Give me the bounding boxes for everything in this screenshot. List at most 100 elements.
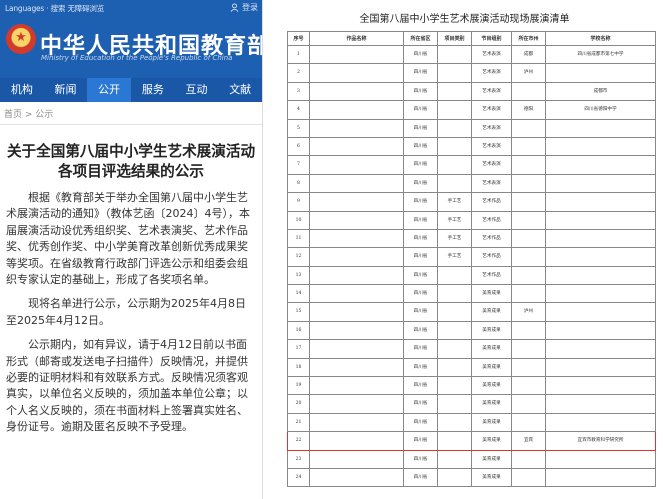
cell-category [437,44,472,65]
cell-category [437,155,472,175]
document-panel: 全国第八届中小学生艺术展演活动现场展演清单 序号 作品名称 所在省区 项目类别 节目组别… [263,0,666,499]
cell-work-name [309,339,404,359]
cell-work-name [309,302,404,322]
cell-index: 10 [287,210,310,230]
cell-school [545,394,656,414]
cell-group: 艺术表演 [471,100,512,120]
cell-province: 四川省 [403,357,438,378]
cell-province: 四川省 [403,210,438,230]
cell-province: 四川省 [403,63,438,83]
table-row: 5 四川省 艺术表演 [287,118,656,138]
cell-index: 1 [287,44,310,65]
cell-group: 美育成果 [471,431,512,451]
table-row: 13 四川省 艺术作品 [287,265,656,286]
cell-work-name [309,284,404,304]
cell-category [437,449,472,469]
article-paragraph: 根据《教育部关于举办全国第八届中小学生艺术展演活动的通知》（教体艺函〔2024〕… [6,191,250,287]
cell-category [437,118,472,138]
table-row: 1 四川省 艺术表演 成都 四川省成都市第七中学 [287,44,656,65]
cell-school: 宜宾市教育科学研究所 [545,431,656,451]
cell-category [437,320,472,341]
cell-index: 6 [287,136,310,157]
cell-group: 美育成果 [471,394,512,414]
cell-index: 22 [287,431,310,451]
cell-work-name [309,173,404,194]
breadcrumb[interactable]: 首页 > 公示 [4,107,53,120]
cell-school [545,118,656,138]
table-row: 18 四川省 美育成果 [287,357,656,378]
cell-school [545,173,656,194]
cell-index: 15 [287,302,310,322]
header-province: 所在省区 [403,31,438,46]
cell-work-name [309,192,404,212]
cell-group: 艺术表演 [471,173,512,194]
cell-school [545,192,656,212]
cell-category [437,376,472,396]
table-row: 17 四川省 美育成果 [287,339,656,359]
cell-group: 美育成果 [471,339,512,359]
cell-city [511,173,546,194]
cell-index: 16 [287,320,310,341]
table-row: 21 四川省 美育成果 [287,412,656,433]
article-paragraph: 公示期内，如有异议，请于4月12日前以书面形式（邮寄或发送电子扫描件）反映情况，… [6,338,248,434]
cell-work-name [309,265,404,286]
cell-city [511,467,546,488]
cell-work-name [309,63,404,83]
cell-index: 13 [287,265,310,286]
login-link[interactable]: 登录 [230,2,258,13]
cell-province: 四川省 [403,339,438,359]
cell-work-name [309,155,404,175]
cell-province: 四川省 [403,81,438,102]
cell-school: 四川省德阳中学 [545,100,656,120]
table-row: 15 四川省 美育成果 泸州 [287,302,656,322]
cell-province: 四川省 [403,467,438,488]
header-index: 序号 [287,31,310,46]
cell-category [437,100,472,120]
nav-item-news[interactable]: 新闻 [44,78,88,102]
performance-list-table: 序号 作品名称 所在省区 项目类别 节目组别 所在市州 学校名称 1 四川省 艺术表演 成都 四川省… [287,31,656,488]
cell-school [545,320,656,341]
table-body: 1 四川省 艺术表演 成都 四川省成都市第七中学 2 四川省 艺术表演 泸州 3 四川省 艺术表演 成都… [287,44,656,488]
cell-work-name [309,100,404,120]
cell-city: 泸州 [511,63,546,83]
cell-group: 美育成果 [471,284,512,304]
nav-item-services[interactable]: 服务 [131,78,175,102]
cell-work-name [309,44,404,65]
cell-category [437,265,472,286]
cell-city [511,284,546,304]
cell-school [545,265,656,286]
cell-category [437,412,472,433]
cell-city [511,265,546,286]
cell-index: 2 [287,63,310,83]
cell-city [511,192,546,212]
table-row: 22 四川省 美育成果 宜宾 宜宾市教育科学研究所 [287,431,656,451]
cell-index: 9 [287,192,310,212]
cell-group: 艺术作品 [471,192,512,212]
cell-work-name [309,320,404,341]
table-row: 7 四川省 艺术表演 [287,155,656,175]
cell-city [511,339,546,359]
cell-group: 艺术表演 [471,44,512,65]
header-work-name: 作品名称 [309,31,404,46]
cell-category [437,173,472,194]
article-paragraph: 现将名单进行公示，公示期为2025年4月8日至2025年4月12日。 [6,297,246,327]
cell-category [437,302,472,322]
cell-province: 四川省 [403,173,438,194]
nav-item-documents[interactable]: 文献 [218,78,262,102]
nav-item-interaction[interactable]: 互动 [175,78,219,102]
cell-category [437,467,472,488]
table-row: 9 四川省 手工艺 艺术作品 [287,192,656,212]
cell-province: 四川省 [403,394,438,414]
cell-category [437,136,472,157]
cell-group: 艺术作品 [471,247,512,267]
cell-index: 20 [287,394,310,414]
cell-school: 成都市 [545,81,656,102]
nav-item-public[interactable]: 公开 [87,78,132,102]
nav-item-institutions[interactable]: 机构 [0,78,44,102]
cell-group: 美育成果 [471,376,512,396]
cell-province: 四川省 [403,302,438,322]
cell-city [511,376,546,396]
cell-work-name [309,431,404,451]
language-links[interactable]: Languages · 搜索 无障碍浏览 [5,3,104,14]
table-row: 4 四川省 艺术表演 德阳 四川省德阳中学 [287,100,656,120]
